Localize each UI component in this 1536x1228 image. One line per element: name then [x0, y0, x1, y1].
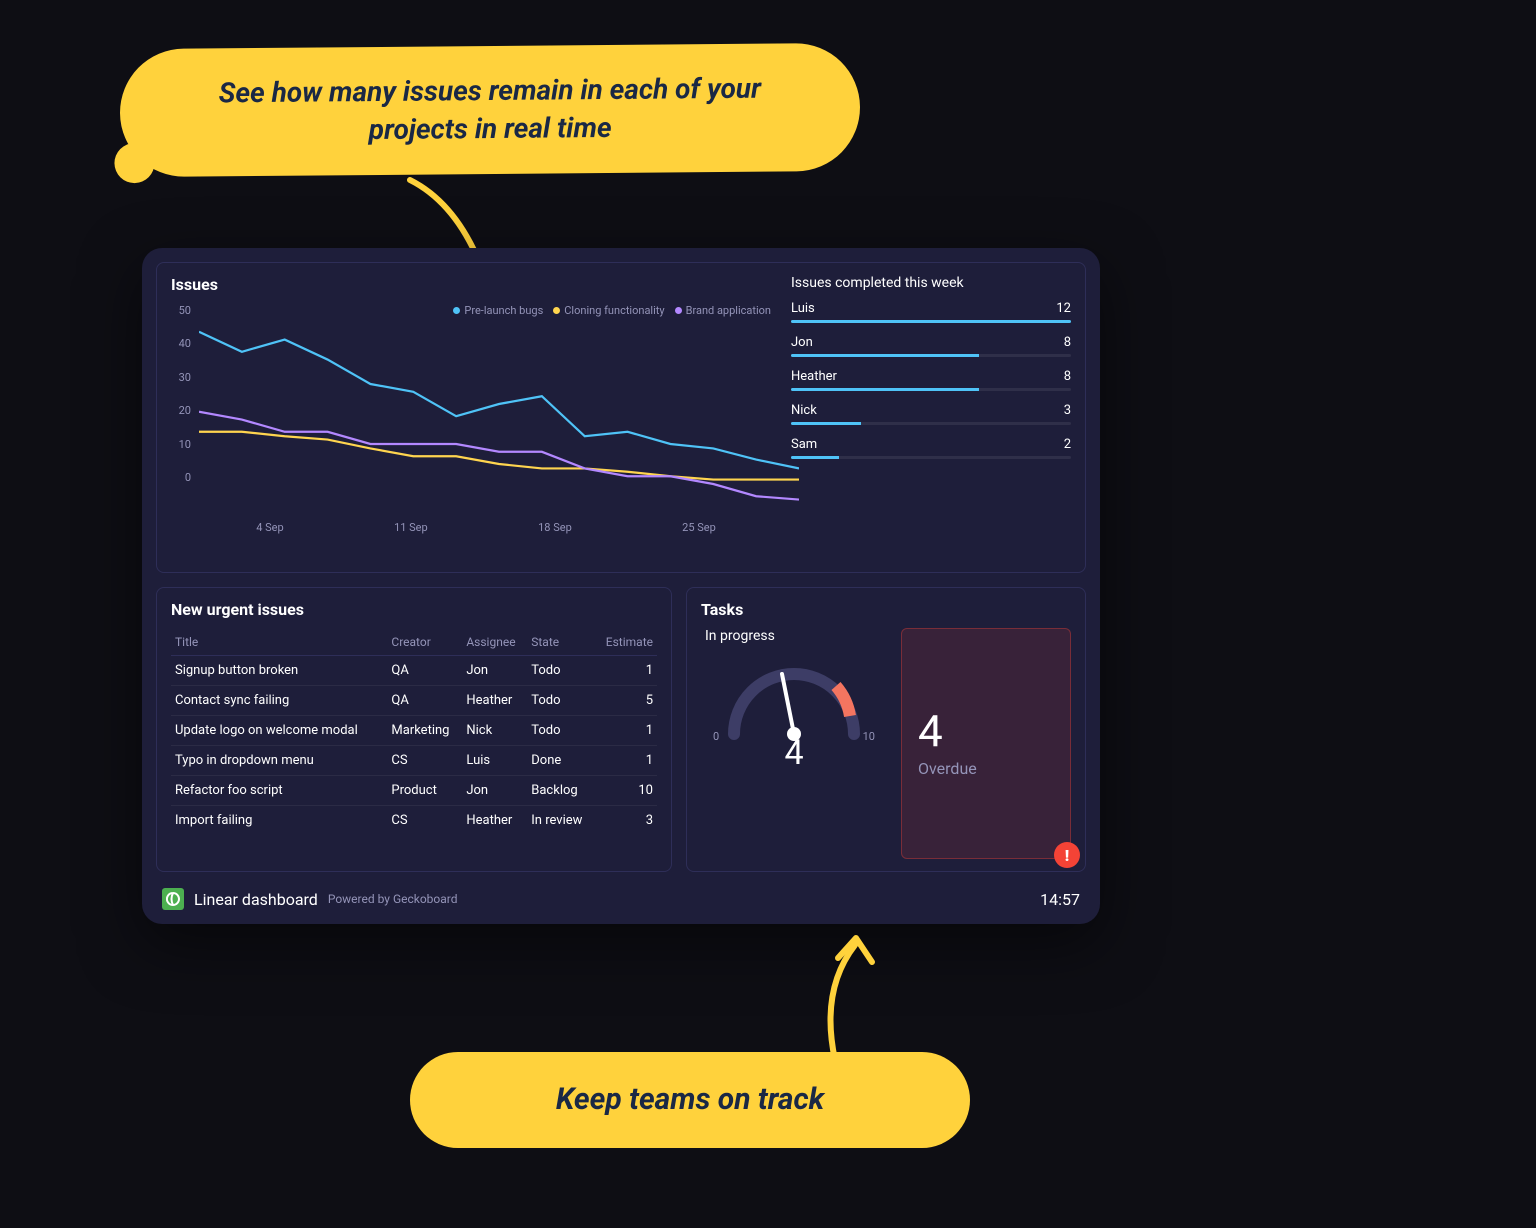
urgent-title: New urgent issues — [171, 600, 657, 619]
completed-value: 2 — [1064, 437, 1071, 452]
completed-value: 3 — [1064, 403, 1071, 418]
cell-estimate: 10 — [594, 776, 657, 806]
cell-title: Import failing — [171, 806, 387, 836]
overdue-label: Overdue — [918, 759, 1054, 778]
cell-estimate: 3 — [594, 806, 657, 836]
cell-state: Done — [527, 746, 594, 776]
completed-row: Nick3 — [791, 403, 1071, 425]
callout-bottom: Keep teams on track — [410, 1052, 970, 1149]
legend-series-3: Brand application — [686, 304, 771, 317]
cell-title: Signup button broken — [171, 656, 387, 686]
issues-title: Issues — [171, 275, 771, 294]
col-state: State — [527, 629, 594, 656]
clock: 14:57 — [1040, 890, 1080, 909]
cell-title: Refactor foo script — [171, 776, 387, 806]
table-row: Signup button broken QA Jon Todo 1 — [171, 656, 657, 686]
issues-chart: Pre-launch bugs Cloning functionality Br… — [171, 304, 771, 534]
y-axis: 50 40 30 20 10 0 — [171, 304, 191, 484]
alert-icon: ! — [1054, 842, 1080, 868]
cell-estimate: 1 — [594, 656, 657, 686]
dashboard-card: Issues Pre-launch bugs Cloning functiona… — [142, 248, 1100, 924]
urgent-issues-widget: New urgent issues Title Creator Assignee… — [156, 587, 672, 872]
completed-row: Sam2 — [791, 437, 1071, 459]
table-row: Refactor foo script Product Jon Backlog … — [171, 776, 657, 806]
tasks-title: Tasks — [701, 600, 743, 619]
in-progress-label: In progress — [701, 628, 887, 644]
cell-state: Backlog — [527, 776, 594, 806]
overdue-value: 4 — [918, 709, 1054, 753]
completed-title: Issues completed this week — [791, 275, 1071, 291]
completed-value: 12 — [1056, 301, 1071, 316]
x-axis: 4 Sep 11 Sep 18 Sep 25 Sep — [201, 521, 771, 534]
completed-row: Luis12 — [791, 301, 1071, 323]
col-creator: Creator — [387, 629, 462, 656]
cell-title: Contact sync failing — [171, 686, 387, 716]
col-estimate: Estimate — [594, 629, 657, 656]
cell-creator: QA — [387, 686, 462, 716]
completed-row: Jon8 — [791, 335, 1071, 357]
issues-legend: Pre-launch bugs Cloning functionality Br… — [453, 304, 771, 317]
gauge — [714, 644, 874, 754]
dashboard-footer: Linear dashboard Powered by Geckoboard 1… — [156, 886, 1086, 910]
cell-creator: Product — [387, 776, 462, 806]
callout-top: See how many issues remain in each of yo… — [119, 43, 860, 177]
completed-value: 8 — [1064, 369, 1071, 384]
completed-row: Heather8 — [791, 369, 1071, 391]
cell-assignee: Nick — [462, 716, 527, 746]
powered-by: Powered by Geckoboard — [328, 892, 458, 906]
cell-state: In review — [527, 806, 594, 836]
overdue-card: 4 Overdue ! — [901, 628, 1071, 859]
dashboard-title: Linear dashboard — [194, 890, 318, 909]
cell-title: Update logo on welcome modal — [171, 716, 387, 746]
completed-widget: Issues completed this week Luis12 Jon8 H… — [791, 275, 1071, 560]
cell-creator: QA — [387, 656, 462, 686]
cell-state: Todo — [527, 716, 594, 746]
issues-widget: Issues Pre-launch bugs Cloning functiona… — [156, 262, 1086, 573]
cell-assignee: Luis — [462, 746, 527, 776]
cell-estimate: 1 — [594, 746, 657, 776]
cell-assignee: Jon — [462, 656, 527, 686]
col-title: Title — [171, 629, 387, 656]
legend-series-1: Pre-launch bugs — [464, 304, 543, 317]
logo-icon — [162, 888, 184, 910]
table-row: Contact sync failing QA Heather Todo 5 — [171, 686, 657, 716]
cell-state: Todo — [527, 686, 594, 716]
cell-assignee: Jon — [462, 776, 527, 806]
cell-state: Todo — [527, 656, 594, 686]
col-assignee: Assignee — [462, 629, 527, 656]
cell-assignee: Heather — [462, 686, 527, 716]
legend-series-2: Cloning functionality — [564, 304, 664, 317]
tasks-widget: Tasks In progress 0 10 4 — [686, 587, 1086, 872]
cell-creator: CS — [387, 806, 462, 836]
cell-creator: Marketing — [387, 716, 462, 746]
cell-title: Typo in dropdown menu — [171, 746, 387, 776]
cell-estimate: 1 — [594, 716, 657, 746]
completed-value: 8 — [1064, 335, 1071, 350]
cell-estimate: 5 — [594, 686, 657, 716]
table-row: Import failing CS Heather In review 3 — [171, 806, 657, 836]
cell-creator: CS — [387, 746, 462, 776]
urgent-issues-table: Title Creator Assignee State Estimate Si… — [171, 629, 657, 835]
cell-assignee: Heather — [462, 806, 527, 836]
table-row: Update logo on welcome modal Marketing N… — [171, 716, 657, 746]
table-row: Typo in dropdown menu CS Luis Done 1 — [171, 746, 657, 776]
